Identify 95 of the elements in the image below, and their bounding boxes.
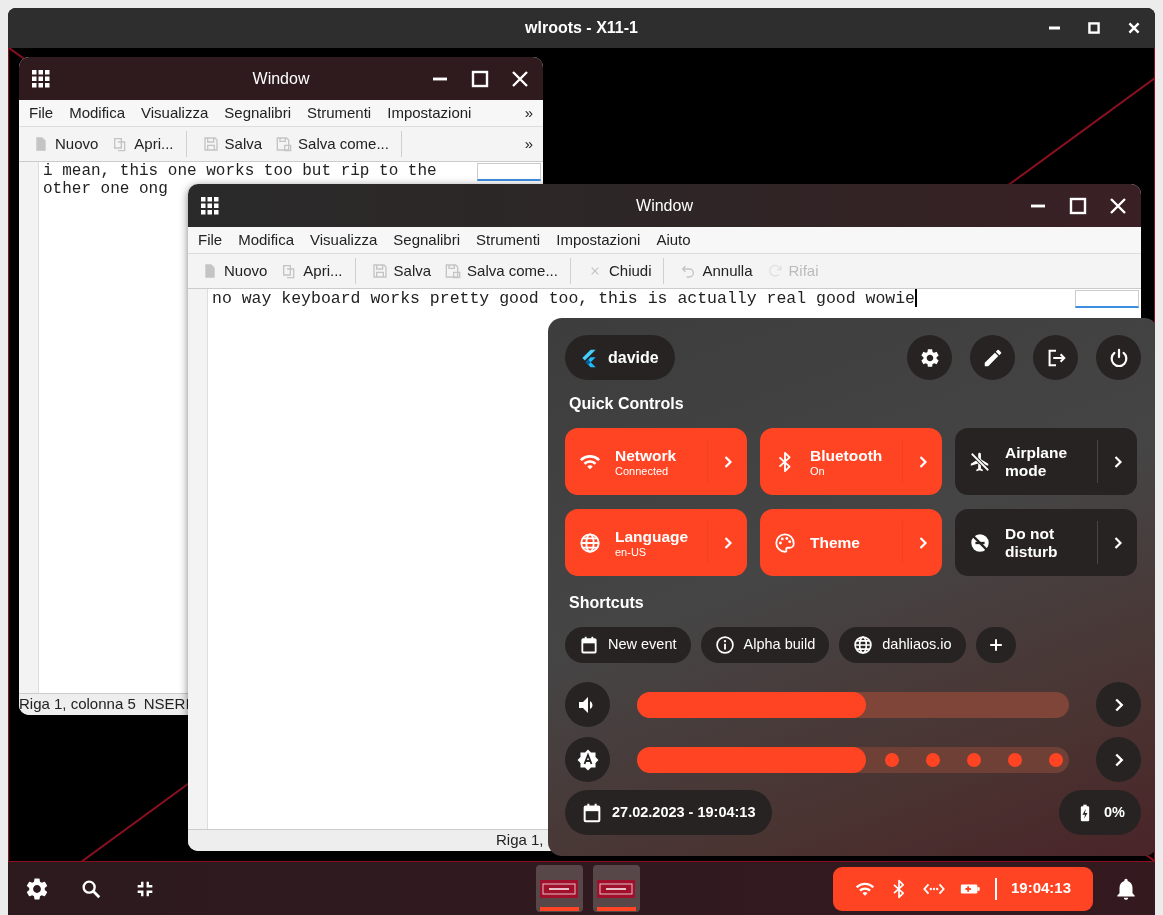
menu-item[interactable]: Impostazioni — [556, 228, 641, 252]
calendar-icon — [579, 635, 599, 655]
volume-button[interactable] — [565, 682, 610, 727]
tile-title: Language — [615, 527, 690, 546]
add-shortcut-button[interactable] — [975, 627, 1016, 663]
minimize-icon — [1048, 26, 1060, 30]
minimize-icon — [1031, 203, 1045, 208]
toolbar-button[interactable]: Salva — [198, 130, 267, 158]
menu-item[interactable]: Impostazioni — [387, 101, 472, 125]
logout-button[interactable] — [1033, 335, 1078, 380]
toggle-tile[interactable]: Do not disturb — [955, 509, 1137, 576]
shortcut-chip[interactable]: New event — [565, 627, 691, 663]
overflow-button[interactable]: » — [524, 132, 533, 156]
expand-button[interactable] — [1096, 682, 1141, 727]
menu-item[interactable]: Strumenti — [476, 228, 541, 252]
window-title: wlroots - X11-1 — [525, 18, 638, 38]
scrollbar[interactable] — [477, 163, 541, 181]
expand-button[interactable] — [1096, 737, 1141, 782]
menu-item[interactable]: Segnalibri — [393, 228, 460, 252]
brightness-icon — [575, 747, 600, 772]
step-dot — [1008, 752, 1022, 767]
toolbar-button[interactable]: Salva — [367, 257, 436, 285]
new-file-icon — [33, 136, 49, 152]
tile-subtitle: Connected — [615, 464, 670, 477]
window-thumbnail-icon — [597, 879, 635, 898]
brightness-button[interactable] — [565, 737, 610, 782]
shortcut-chip[interactable]: dahliaos.io — [839, 627, 966, 663]
save-icon — [371, 263, 388, 279]
text-line: no way keyboard works pretty good too, this is actually real good wowie — [212, 289, 917, 308]
tile-subtitle: On — [810, 464, 826, 477]
airplane-off-icon — [969, 450, 991, 473]
slider-track[interactable] — [637, 691, 1069, 718]
toolbar-button[interactable]: Salva come... — [441, 257, 571, 285]
overflow-button[interactable]: » — [524, 101, 533, 125]
tile-title: Network — [615, 446, 678, 465]
menu-item[interactable]: Modifica — [238, 228, 295, 252]
step-dot — [967, 752, 981, 767]
text-line: i mean, this one works too but rip to the — [43, 162, 437, 180]
app-thumbnail[interactable] — [535, 865, 583, 912]
menu-item[interactable]: Strumenti — [307, 101, 372, 125]
save-as-icon — [276, 136, 293, 152]
save-as-icon — [445, 263, 462, 279]
toggle-tile[interactable]: Airplane mode — [955, 428, 1137, 495]
toolbar-button[interactable]: Nuovo — [29, 130, 103, 158]
step-dot — [1049, 752, 1063, 767]
window-title: Window — [252, 68, 310, 89]
date-button[interactable]: 27.02.2023 - 19:04:13 — [565, 790, 772, 835]
minimize-icon — [433, 76, 447, 81]
shortcut-chip[interactable]: Alpha build — [700, 627, 830, 663]
settings-button[interactable] — [907, 335, 952, 380]
tile-title: Bluetooth — [810, 446, 884, 465]
menu-item[interactable]: Segnalibri — [224, 101, 291, 125]
menu-item[interactable]: Modifica — [69, 101, 126, 125]
tile-title: Theme — [810, 533, 861, 552]
window-title: Window — [636, 195, 693, 216]
scrollbar[interactable] — [1075, 290, 1139, 308]
globe-icon — [853, 635, 874, 655]
gear-icon — [918, 346, 941, 369]
user-button[interactable]: davide — [565, 335, 675, 380]
globe-icon — [579, 531, 601, 554]
toolbar-button[interactable]: Chiudi — [582, 257, 665, 285]
tile-title: Do not disturb — [1005, 524, 1059, 561]
battery-button[interactable]: 0% — [1059, 790, 1141, 835]
slider-track[interactable] — [637, 746, 1069, 773]
toolbar-button[interactable]: Apri... — [108, 130, 187, 158]
info-icon — [714, 635, 735, 655]
menu-item[interactable]: Aiuto — [656, 228, 691, 252]
menu-item[interactable]: Visualizza — [141, 101, 209, 125]
tile-title: Airplane mode — [1005, 443, 1068, 480]
edit-button[interactable] — [970, 335, 1015, 380]
palette-icon — [774, 531, 796, 554]
new-file-icon — [202, 263, 218, 279]
step-dot — [885, 752, 899, 767]
menu-item[interactable]: Visualizza — [310, 228, 378, 252]
status-text: Riga 1, colonna 5 — [19, 694, 136, 715]
app-thumbnail[interactable] — [592, 865, 640, 912]
toolbar-button[interactable]: Apri... — [277, 257, 356, 285]
section-heading: Shortcuts — [569, 593, 645, 613]
undo-icon — [680, 263, 697, 279]
toolbar-button[interactable]: Nuovo — [198, 257, 272, 285]
do-not-disturb-icon — [969, 531, 991, 554]
text-line: other one ong — [43, 180, 168, 198]
status-text: Riga 1, — [496, 830, 544, 851]
calendar-icon — [581, 801, 603, 824]
save-icon — [202, 136, 219, 152]
section-heading: Quick Controls — [569, 394, 685, 414]
menu-item[interactable]: File — [198, 228, 223, 252]
tile-subtitle: en-US — [615, 545, 648, 558]
toolbar-button[interactable]: Salva come... — [272, 130, 402, 158]
power-button[interactable] — [1096, 335, 1141, 380]
status-text: NSERI — [143, 694, 190, 715]
toolbar-button[interactable]: Annulla — [676, 257, 757, 285]
step-dot — [926, 752, 940, 767]
menu-item[interactable]: File — [29, 101, 54, 125]
window-thumbnail-icon — [540, 879, 578, 898]
